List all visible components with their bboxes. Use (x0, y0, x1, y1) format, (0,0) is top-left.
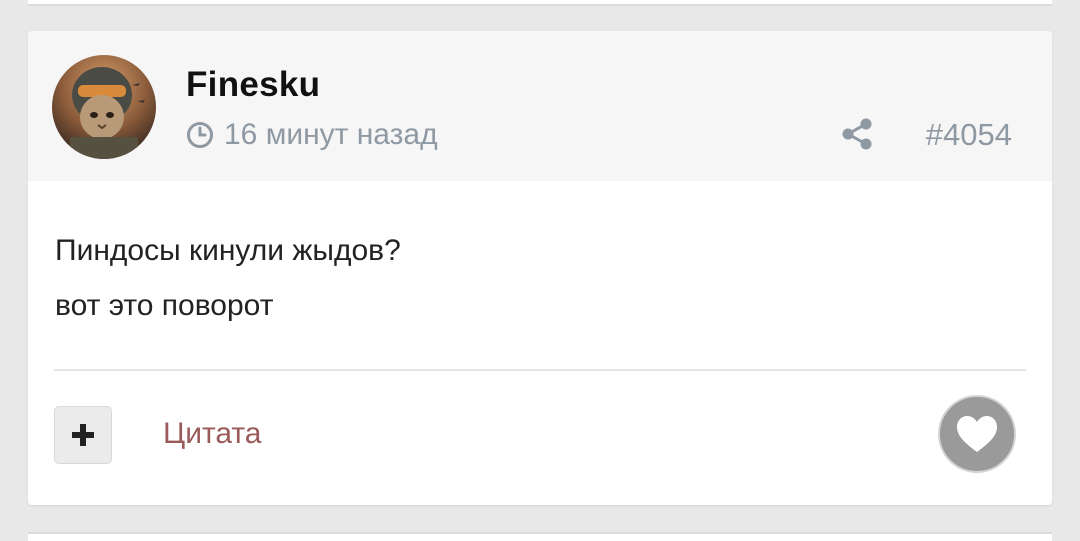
clock-icon (187, 122, 213, 148)
quote-button[interactable]: Цитата (163, 417, 261, 451)
post-text-line: Пиндосы кинули жыдов? (55, 234, 401, 267)
avatar-image (52, 55, 156, 159)
post-number-link[interactable]: #4054 (926, 117, 1012, 153)
next-post-card (28, 532, 1052, 541)
post-header: Finesku 16 минут назад #4054 (28, 31, 1052, 181)
share-icon[interactable] (840, 117, 874, 151)
avatar[interactable] (52, 55, 156, 159)
post-content: Пиндосы кинули жыдов? вот это поворот (55, 223, 401, 333)
like-button[interactable] (938, 395, 1016, 473)
author-name[interactable]: Finesku (186, 65, 320, 105)
plus-icon (72, 424, 94, 446)
previous-post-card (28, 0, 1052, 6)
multiquote-add-button[interactable] (54, 406, 112, 464)
heart-icon (957, 416, 997, 452)
forum-post-card: Finesku 16 минут назад #4054 Пиндосы кин… (28, 31, 1052, 505)
post-timestamp: 16 минут назад (186, 117, 438, 153)
time-ago-text: 16 минут назад (224, 118, 438, 151)
post-text-line: вот это поворот (55, 289, 274, 322)
post-footer-divider (54, 369, 1026, 371)
